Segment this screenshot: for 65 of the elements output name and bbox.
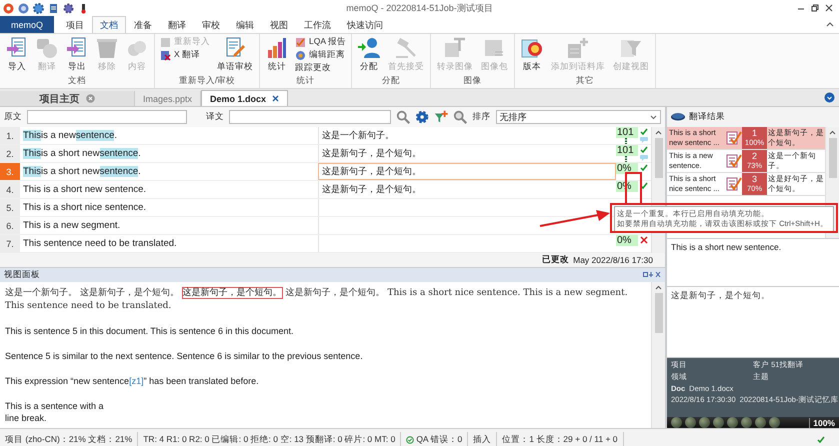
- status-text: QA 错误：0: [416, 434, 462, 446]
- menu-tab[interactable]: 视图: [262, 16, 296, 33]
- document-tab[interactable]: Demo 1.docx: [201, 90, 288, 106]
- ribbon-group-label: 其它: [574, 75, 595, 87]
- preview-paragraph: This is sentence 5 in this document. This is sentence 6 in this document.: [5, 325, 294, 337]
- ribbon-button[interactable]: 分配: [354, 36, 383, 75]
- menu-tab[interactable]: 翻译: [160, 16, 194, 33]
- preview-paragraph: This expression “new sentence[z1]” has been translated before.: [5, 375, 260, 387]
- menu-tab[interactable]: 工作流: [296, 16, 340, 33]
- ribbon-small-button[interactable]: 跟踪更改: [293, 62, 348, 74]
- pane-title: 视图面板: [4, 269, 40, 281]
- ribbon-button[interactable]: 导出: [63, 36, 91, 75]
- panel-title: 翻译结果: [689, 110, 725, 123]
- ribbon-group-label: 分配: [380, 75, 401, 87]
- ribbon-button[interactable]: 单语审校: [214, 36, 256, 75]
- match-rate: 0%: [616, 235, 638, 246]
- source-preview: This is a short new sentence.: [667, 238, 839, 287]
- ribbon-group-label: 统计: [295, 75, 316, 87]
- row-number[interactable]: 5.: [0, 199, 20, 216]
- source-segment[interactable]: Thisis a short newsentence.: [20, 163, 318, 180]
- window-title: memoQ - 20220814-51Job-测试项目: [346, 2, 493, 14]
- sort-label: 排序: [472, 111, 491, 123]
- status-text: TR: 4 R1: 0 R2: 0 已编辑: 0 拒绝: 0 空: 13 预翻译: 0 碎片: 0 MT: 0: [143, 434, 396, 446]
- ribbon-small-button[interactable]: LQA 报告: [293, 36, 348, 48]
- ribbon-small-button[interactable]: 编辑距离: [293, 49, 348, 61]
- source-segment[interactable]: This is a short nice sentence.: [20, 199, 318, 216]
- status-text: 位置：1 长度：29 + 0 / 11 + 0: [502, 434, 618, 446]
- zoom-level: 100%: [813, 418, 835, 428]
- menu-tab[interactable]: 编辑: [228, 16, 262, 33]
- ribbon-group-label: 重新导入/审校: [178, 75, 236, 87]
- ribbon-small-button[interactable]: X 翻译: [158, 49, 212, 61]
- target-label: 译文: [206, 111, 224, 123]
- source-segment[interactable]: This is a short new sentence.: [20, 181, 318, 198]
- match-rate: 101: [616, 127, 638, 138]
- preview-paragraph: This is a sentence with a line break.: [5, 400, 105, 424]
- row-number[interactable]: 7.: [0, 235, 20, 252]
- source-segment[interactable]: This is a new segment.: [20, 217, 318, 234]
- menu-tab[interactable]: 审校: [194, 16, 228, 33]
- change-state: 已更改: [542, 254, 570, 266]
- ribbon-button[interactable]: 导入: [3, 36, 31, 75]
- change-timestamp: May 2022/8/16 17:30: [573, 255, 653, 265]
- target-segment[interactable]: 这是新句子，是个短句。: [318, 163, 616, 180]
- source-segment[interactable]: This sentence need to be translated.: [20, 235, 318, 252]
- status-text: 项目 (zho-CN)：21% 文档：21%: [5, 434, 132, 446]
- document-tab[interactable]: 项目主页: [0, 91, 135, 106]
- row-number[interactable]: 1.: [0, 127, 20, 144]
- ribbon-button[interactable]: 版本: [518, 36, 546, 75]
- source-segment[interactable]: Thisis a newsentence.: [20, 127, 318, 144]
- preview-paragraph: Sentence 5 is similar to the next sentence. Sentence 6 is similar to the previous sentence.: [5, 350, 364, 362]
- row-number[interactable]: 6.: [0, 217, 20, 234]
- status-text: 插入: [473, 434, 492, 446]
- source-segment[interactable]: Thisis a short newsentence.: [20, 145, 318, 162]
- match-rate: 101: [616, 145, 638, 156]
- ribbon-button[interactable]: 统计: [263, 36, 291, 75]
- row-number[interactable]: 4.: [0, 181, 20, 198]
- source-label: 原文: [4, 111, 22, 123]
- row-number[interactable]: 2.: [0, 145, 20, 162]
- menu-tab[interactable]: 准备: [126, 16, 160, 33]
- ribbon-group-label: 图像: [462, 75, 482, 87]
- menu-tab[interactable]: 项目: [58, 16, 92, 33]
- menu-tab[interactable]: 文档: [92, 16, 126, 33]
- sort-dropdown[interactable]: 无排序: [496, 110, 662, 124]
- ribbon-group-label: 文档: [67, 75, 87, 87]
- menu-tab[interactable]: 快速访问: [339, 16, 392, 33]
- menu-tab[interactable]: memoQ: [0, 16, 54, 33]
